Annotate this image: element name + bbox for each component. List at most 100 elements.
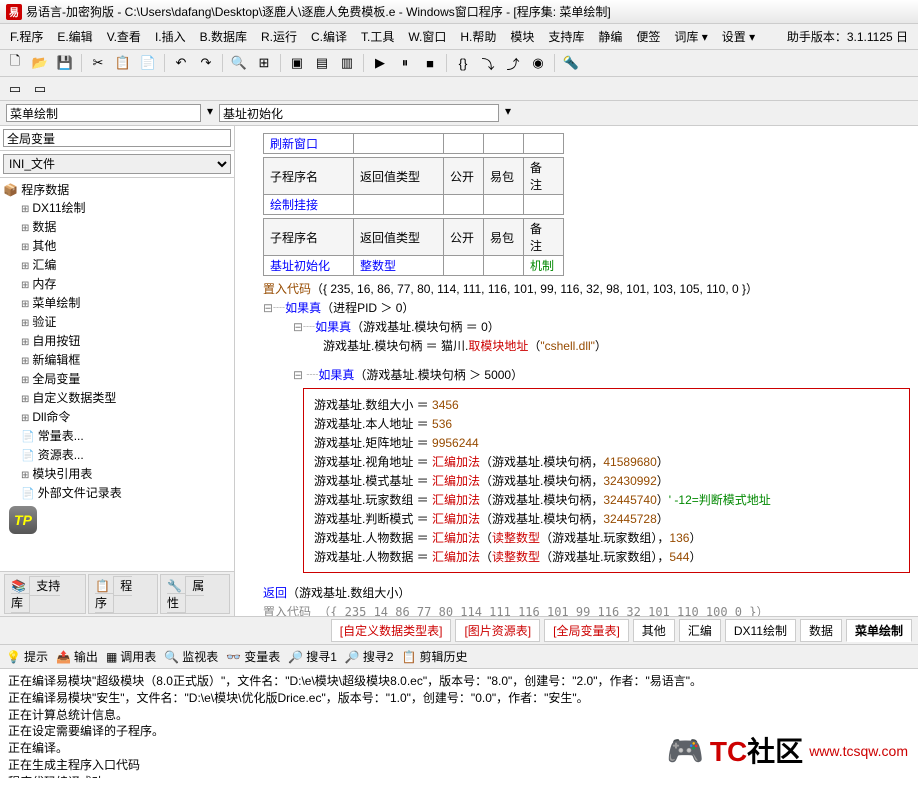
scope-combo[interactable] [6,104,201,122]
sidebar-tabs: 📚 支持库 📋 程序 🔧 属性 [0,571,234,616]
tp-icon: TP [9,506,231,534]
table-refresh: 刷新窗口 [263,133,564,154]
tool-button[interactable]: ⊞ [253,52,275,74]
open-button[interactable]: 📂 [29,52,51,74]
menu-item[interactable]: 便签 [630,26,666,47]
window-title: 易语言-加密狗版 - C:\Users\dafang\Desktop\逐鹿人\逐… [26,3,611,20]
step3-button[interactable]: ⤴ [502,52,524,74]
tree-item[interactable]: DX11绘制 [3,198,231,217]
editor-tab[interactable]: 数据 [800,619,842,642]
tree-item[interactable]: 菜单绘制 [3,293,231,312]
redo-button[interactable]: ↷ [195,52,217,74]
step-button[interactable]: {} [452,52,474,74]
pause-button[interactable]: ⏸ [394,52,416,74]
new-button[interactable]: 🗋 [4,52,26,74]
tree-item[interactable]: 常量表... [3,426,231,445]
widget-button[interactable]: ▭ [29,78,51,100]
output-line: 正在编译易模块"安生"，文件名："D:\e\模块\优化版Drice.ec"，版本… [8,690,910,707]
output-panel: 正在编译易模块"超级模块（8.0正式版）"，文件名："D:\e\模块\超级模块8… [0,668,918,778]
tool-tab[interactable]: 🔎 搜寻2 [345,648,394,665]
tree-item[interactable]: 验证 [3,312,231,331]
menu-item[interactable]: R.运行 [255,26,303,47]
menu-item[interactable]: 设置 ▾ [716,26,761,47]
sidebar-select[interactable]: INI_文件 [3,154,231,174]
combo-row: ▾ ▾ [0,101,918,126]
table-sub1: 子程序名返回值类型公开易包备 注 绘制挂接 [263,157,564,215]
editor-tab[interactable]: 其他 [633,619,675,642]
tree-item[interactable]: 模块引用表 [3,464,231,483]
layout1-button[interactable]: ▣ [286,52,308,74]
step2-button[interactable]: ⤵ [477,52,499,74]
app-icon: 易 [6,4,22,20]
run-button[interactable]: ▶ [369,52,391,74]
tool-tab[interactable]: 📋 剪辑历史 [402,648,468,665]
editor-tab[interactable]: 汇编 [679,619,721,642]
sidebar-combo[interactable] [3,129,231,147]
tool-tabs: 💡 提示 📤 输出 ▦ 调用表 🔍 监视表 👓 变量表 🔎 搜寻1 🔎 搜寻2 … [0,644,918,668]
sidebar-tab[interactable]: 🔧 属性 [160,574,230,614]
tree-item[interactable]: 新编辑框 [3,350,231,369]
sidebar-tab[interactable]: 📚 支持库 [4,574,86,614]
menu-item[interactable]: W.窗口 [402,26,452,47]
tool-tab[interactable]: 📤 输出 [56,648,98,665]
output-line: 正在编译易模块"超级模块（8.0正式版）"，文件名："D:\e\模块\超级模块8… [8,673,910,690]
tree-item[interactable]: 内存 [3,274,231,293]
copy-button[interactable]: 📋 [112,52,134,74]
sidebar-tab[interactable]: 📋 程序 [88,574,158,614]
tree-item[interactable]: 自定义数据类型 [3,388,231,407]
cut-button[interactable]: ✂ [87,52,109,74]
tree-item[interactable]: 汇编 [3,255,231,274]
editor-tab[interactable]: [全局变量表] [544,619,629,642]
version-label: 助手版本：3.1.1125 日 [781,26,914,47]
tree-item[interactable]: 全局变量 [3,369,231,388]
dropdown-icon[interactable]: ▾ [207,104,213,122]
function-combo[interactable] [219,104,499,122]
output-line: 正在计算总统计信息。 [8,707,910,724]
save-button[interactable]: 💾 [54,52,76,74]
menu-item[interactable]: 静编 [592,26,628,47]
tree-view[interactable]: 📦 程序数据 DX11绘制 数据 其他 汇编 内存 菜单绘制 验证 自用按钮 新… [0,178,234,571]
tool-tab[interactable]: 👓 变量表 [226,648,280,665]
tool-tab[interactable]: 💡 提示 [6,648,48,665]
tree-item[interactable]: 数据 [3,217,231,236]
menu-item[interactable]: H.帮助 [454,26,502,47]
menu-item[interactable]: T.工具 [355,26,400,47]
menu-bar: F.程序 E.编辑 V.查看 I.插入 B.数据库 R.运行 C.编译 T.工具… [0,24,918,50]
tree-item[interactable]: 外部文件记录表 [3,483,231,502]
menu-item[interactable]: 模块 [504,26,540,47]
menu-item[interactable]: C.编译 [305,26,353,47]
menu-item[interactable]: V.查看 [101,26,147,47]
paste-button[interactable]: 📄 [137,52,159,74]
undo-button[interactable]: ↶ [170,52,192,74]
tree-item[interactable]: Dll命令 [3,407,231,426]
toolbar-1: 🗋 📂 💾 ✂ 📋 📄 ↶ ↷ 🔍 ⊞ ▣ ▤ ▥ ▶ ⏸ ■ {} ⤵ ⤴ ◉… [0,50,918,77]
code-editor[interactable]: 刷新窗口 子程序名返回值类型公开易包备 注 绘制挂接 子程序名返回值类型公开易包… [235,126,918,616]
tree-item[interactable]: 其他 [3,236,231,255]
menu-item[interactable]: B.数据库 [194,26,253,47]
tool-tab[interactable]: 🔍 监视表 [164,648,218,665]
table-sub2: 子程序名返回值类型公开易包备 注 基址初始化整数型机制 [263,218,564,276]
menu-item[interactable]: F.程序 [4,26,49,47]
menu-item[interactable]: I.插入 [149,26,192,47]
find-button[interactable]: 🔍 [228,52,250,74]
dropdown-icon[interactable]: ▾ [505,104,511,122]
widget-button[interactable]: ▭ [4,78,26,100]
menu-item[interactable]: 词库 ▾ [668,26,713,47]
layout3-button[interactable]: ▥ [336,52,358,74]
editor-tab[interactable]: [自定义数据类型表] [331,619,452,642]
tool-tab[interactable]: ▦ 调用表 [106,648,156,665]
layout2-button[interactable]: ▤ [311,52,333,74]
tree-item[interactable]: 自用按钮 [3,331,231,350]
tool-tab[interactable]: 🔎 搜寻1 [288,648,337,665]
sidebar: INI_文件 📦 程序数据 DX11绘制 数据 其他 汇编 内存 菜单绘制 验证… [0,126,235,616]
tree-item[interactable]: 资源表... [3,445,231,464]
menu-item[interactable]: 支持库 [542,26,590,47]
menu-item[interactable]: E.编辑 [51,26,98,47]
output-line: 程序代码编译成功 [8,774,910,778]
breakpoint-button[interactable]: ◉ [527,52,549,74]
editor-tab[interactable]: DX11绘制 [725,619,796,642]
search-tool-button[interactable]: 🔦 [560,52,582,74]
editor-tab[interactable]: [图片资源表] [455,619,540,642]
stop-button[interactable]: ■ [419,52,441,74]
editor-tab-active[interactable]: 菜单绘制 [846,619,912,642]
